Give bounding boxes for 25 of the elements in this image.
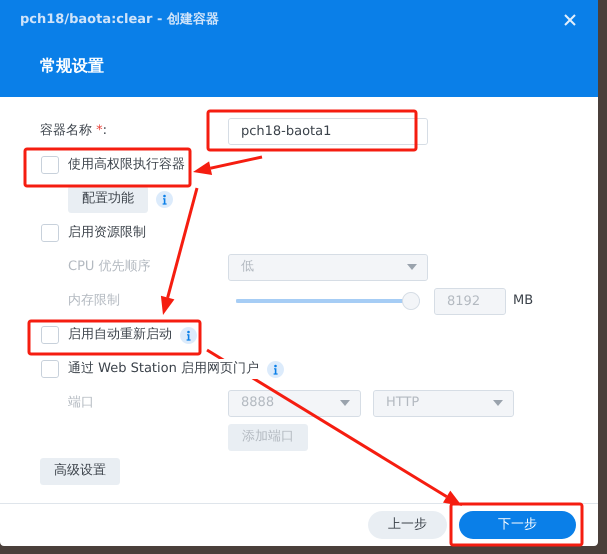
unit-label: MB (513, 292, 534, 310)
checkbox[interactable] (41, 360, 59, 378)
window-title: pch18/baota:clear - 创建容器 (20, 10, 219, 30)
caret-icon (407, 264, 417, 270)
name-input[interactable]: pch18-baota1 (228, 118, 428, 144)
back-button[interactable]: 上一步 (368, 511, 447, 539)
info-icon[interactable] (156, 190, 173, 208)
checkbox[interactable] (41, 326, 59, 344)
config-button[interactable]: 配置功能 (68, 186, 148, 212)
advanced-button[interactable]: 高级设置 (40, 458, 120, 484)
field-label: 容器名称 *: (40, 122, 108, 140)
annotation-arrow (193, 156, 262, 176)
section-heading: 常规设置 (39, 55, 104, 77)
checkbox[interactable] (41, 156, 59, 174)
field-label: 内存限制 (67, 292, 121, 310)
caret-icon (340, 400, 350, 406)
field-label: CPU 优先顺序 (67, 258, 152, 276)
checkbox-label: 通过 Web Station 启用网页门户 (68, 359, 259, 379)
next-button[interactable]: 下一步 (459, 511, 576, 539)
info-icon[interactable] (180, 326, 197, 344)
caret-icon (493, 400, 503, 406)
info-icon[interactable] (266, 360, 284, 378)
close-icon[interactable] (564, 14, 576, 26)
field-label: 端口 (67, 394, 95, 412)
checkbox[interactable] (41, 224, 59, 242)
